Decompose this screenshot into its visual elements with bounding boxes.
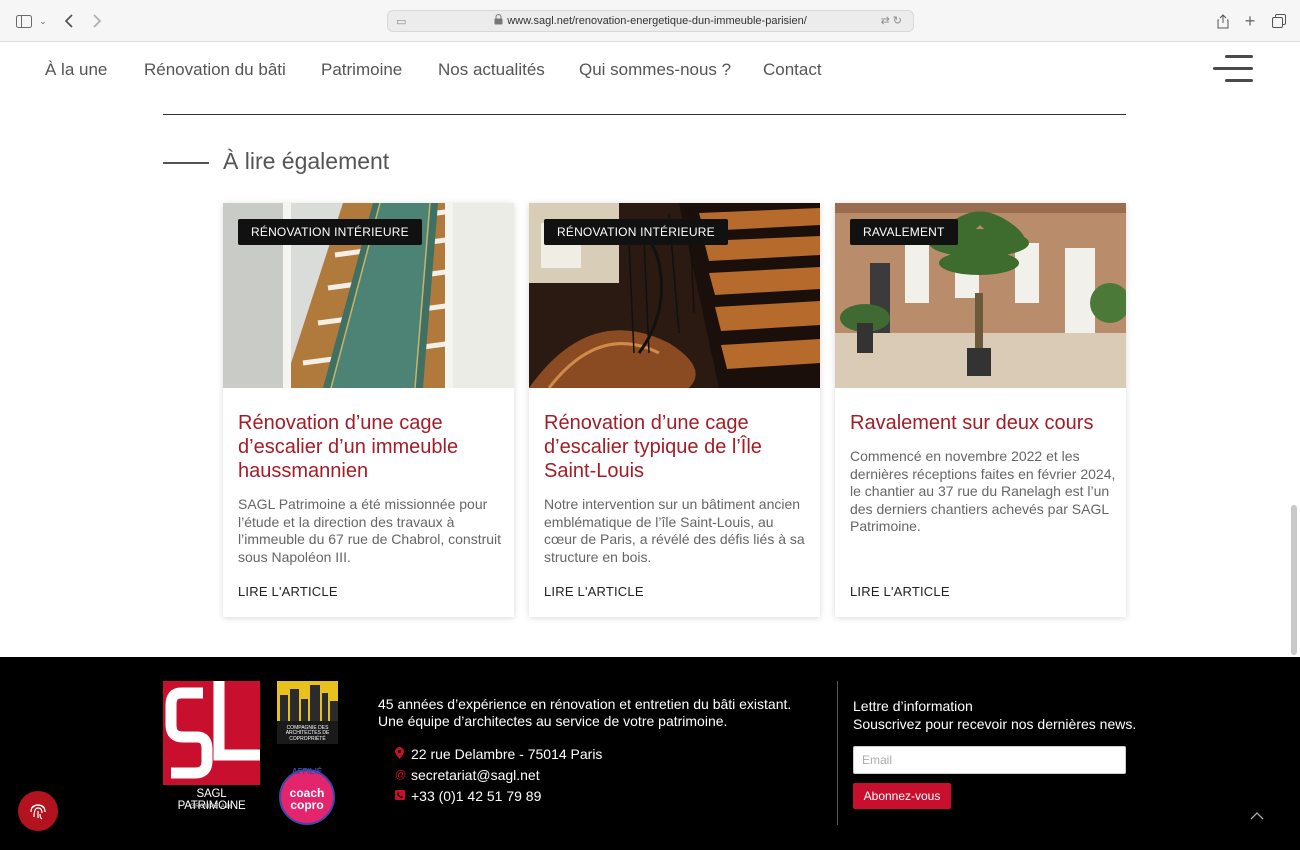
article-image-spiral-staircase[interactable]: RÉNOVATION INTÉRIEURE — [529, 203, 820, 388]
scroll-to-top-icon[interactable] — [1250, 807, 1264, 823]
address-row: 22 rue Delambre - 75014 Paris — [395, 746, 602, 762]
logo-subtitle: GROUPE A26 — [189, 804, 233, 810]
nav-item-renovation[interactable]: Rénovation du bâti — [144, 60, 286, 80]
email-link[interactable]: secretariat@sagl.net — [411, 767, 540, 783]
read-article-link[interactable]: LIRE L'ARTICLE — [850, 584, 950, 599]
newsletter-title: Lettre d’information — [853, 698, 973, 714]
compagnie-text: COMPAGNIE DES ARCHITECTES DE COPROPRIÉTÉ — [285, 724, 330, 742]
back-icon[interactable] — [60, 11, 78, 31]
sagl-logo[interactable] — [163, 681, 260, 785]
section-divider — [163, 114, 1126, 115]
article-image-courtyard[interactable]: RAVALEMENT — [835, 203, 1126, 388]
main-nav: À la une Rénovation du bâti Patrimoine N… — [0, 42, 1300, 102]
tagline-line-2: Une équipe d’architectes au service de v… — [378, 713, 728, 729]
coach-affilie: AFFILIÉ — [292, 767, 323, 776]
nav-item-actualites[interactable]: Nos actualités — [438, 60, 545, 80]
article-excerpt: Commencé en novembre 2022 et les dernièr… — [850, 448, 1116, 534]
article-card[interactable]: RÉNOVATION INTÉRIEURE Rénovation d’une c… — [529, 203, 820, 617]
article-title[interactable]: Ravalement sur deux cours — [850, 411, 1112, 435]
article-title[interactable]: Rénovation d’une cage d’escalier typique… — [544, 411, 806, 483]
phone-link[interactable]: +33 (0)1 42 51 79 89 — [411, 788, 541, 804]
tagline-line-1: 45 années d’expérience en rénovation et … — [378, 696, 792, 712]
hamburger-menu-icon[interactable] — [1213, 53, 1253, 85]
email-row[interactable]: @ secretariat@sagl.net — [395, 767, 540, 783]
browser-toolbar: ⌄ ▭ www.sagl.net/renovation-energetique-… — [0, 0, 1300, 42]
share-icon[interactable] — [1214, 11, 1232, 31]
page-scrollbar[interactable] — [1291, 505, 1297, 655]
section-title-dash — [163, 162, 209, 164]
article-excerpt: Notre intervention sur un bâtiment ancie… — [544, 496, 805, 565]
category-badge: RAVALEMENT — [850, 219, 958, 245]
forward-icon[interactable] — [87, 11, 105, 31]
footer-separator — [837, 681, 838, 825]
translate-reload-icons[interactable]: ⇄↻ — [881, 14, 905, 27]
phone-icon — [395, 789, 411, 803]
nav-item-a-la-une[interactable]: À la une — [45, 60, 107, 80]
site-footer: SAGL PATRIMOINE GROUPE A26 COMPAGNIE DES… — [0, 657, 1300, 850]
compagnie-architectes-logo[interactable]: COMPAGNIE DES ARCHITECTES DE COPROPRIÉTÉ — [277, 681, 338, 744]
tabs-overview-icon[interactable] — [1270, 11, 1288, 31]
fingerprint-cookie-icon[interactable] — [18, 791, 58, 831]
new-tab-icon[interactable]: + — [1241, 11, 1259, 31]
address-bar[interactable]: ▭ www.sagl.net/renovation-energetique-du… — [387, 10, 914, 32]
category-badge: RÉNOVATION INTÉRIEURE — [544, 219, 728, 245]
nav-item-qui-sommes-nous[interactable]: Qui sommes-nous ? — [579, 60, 731, 80]
article-title[interactable]: Rénovation d’une cage d’escalier d’un im… — [238, 411, 500, 483]
newsletter-block: Lettre d’information Souscrivez pour rec… — [853, 697, 1136, 733]
coach-line2: copro — [290, 798, 323, 812]
article-card[interactable]: RÉNOVATION INTÉRIEURE Rénovation d’une c… — [223, 203, 514, 617]
subscribe-button[interactable]: Abonnez-vous — [853, 783, 951, 809]
read-article-link[interactable]: LIRE L'ARTICLE — [544, 584, 644, 599]
section-title: À lire également — [223, 148, 390, 174]
nav-item-patrimoine[interactable]: Patrimoine — [321, 60, 402, 80]
address-text: 22 rue Delambre - 75014 Paris — [411, 746, 603, 762]
article-card[interactable]: RAVALEMENT Ravalement sur deux cours Com… — [835, 203, 1126, 617]
newsletter-text: Souscrivez pour recevoir nos dernières n… — [853, 716, 1137, 732]
phone-row[interactable]: +33 (0)1 42 51 79 89 — [395, 788, 541, 804]
page-icon: ▭ — [396, 16, 407, 28]
article-excerpt: SAGL Patrimoine a été missionnée pour l’… — [238, 496, 502, 565]
coach-copro-badge[interactable]: coach copro AFFILIÉ — [279, 763, 335, 825]
chevron-down-icon[interactable]: ⌄ — [38, 11, 48, 31]
newsletter-email-input[interactable] — [853, 746, 1126, 774]
lock-icon — [494, 14, 503, 28]
footer-tagline: 45 années d’expérience en rénovation et … — [378, 696, 791, 730]
at-sign-icon: @ — [395, 769, 407, 781]
nav-item-contact[interactable]: Contact — [763, 60, 822, 80]
url-text: www.sagl.net/renovation-energetique-dun-… — [507, 15, 807, 27]
location-pin-icon — [395, 746, 411, 762]
read-article-link[interactable]: LIRE L'ARTICLE — [238, 584, 338, 599]
sidebar-toggle-icon[interactable] — [14, 11, 34, 31]
article-image-staircase-carpet[interactable]: RÉNOVATION INTÉRIEURE — [223, 203, 514, 388]
category-badge: RÉNOVATION INTÉRIEURE — [238, 219, 422, 245]
